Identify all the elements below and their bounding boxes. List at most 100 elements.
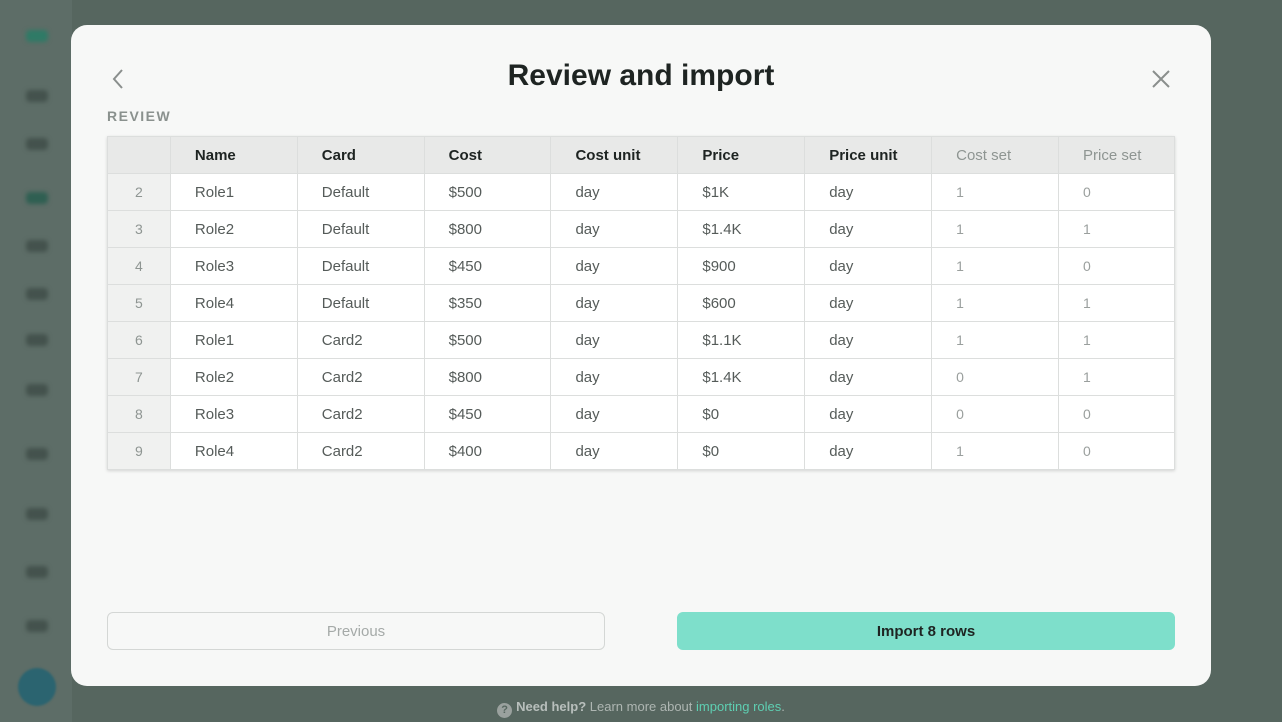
table-cell: $1K <box>677 173 806 211</box>
column-header: Cost <box>423 136 552 174</box>
table-cell: day <box>804 247 933 285</box>
table-cell: 0 <box>1058 247 1175 285</box>
table-cell: Default <box>296 247 425 285</box>
close-button[interactable] <box>1147 65 1175 93</box>
table-cell: 1 <box>931 284 1060 322</box>
column-header: Price <box>677 136 806 174</box>
table-row: 7 Role2 Card2 $800 day $1.4K day 0 1 <box>107 358 1175 396</box>
table-cell: $600 <box>677 284 806 322</box>
table-row: 3 Role2 Default $800 day $1.4K day 1 1 <box>107 210 1175 248</box>
table-cell: Role3 <box>169 395 298 433</box>
table-cell: $400 <box>423 432 552 470</box>
help-end: . <box>781 699 785 714</box>
column-header: Price unit <box>804 136 933 174</box>
table-cell: 0 <box>1058 173 1175 211</box>
row-index: 2 <box>107 173 171 211</box>
table-cell: Card2 <box>296 432 425 470</box>
logo-icon <box>26 30 48 42</box>
nav-icon[interactable] <box>26 448 48 460</box>
table-cell: day <box>804 432 933 470</box>
row-index: 7 <box>107 358 171 396</box>
importing-roles-link[interactable]: importing roles <box>696 699 781 714</box>
table-row: 8 Role3 Card2 $450 day $0 day 0 0 <box>107 395 1175 433</box>
table-cell: 1 <box>931 432 1060 470</box>
table-cell: 1 <box>1058 210 1175 248</box>
table-cell: day <box>804 358 933 396</box>
table-row: 6 Role1 Card2 $500 day $1.1K day 1 1 <box>107 321 1175 359</box>
column-header: Card <box>296 136 425 174</box>
modal-title: Review and import <box>507 59 775 92</box>
row-index: 4 <box>107 247 171 285</box>
table-cell: $1.4K <box>677 210 806 248</box>
table-cell: $350 <box>423 284 552 322</box>
table-cell: 0 <box>1058 395 1175 433</box>
index-header <box>107 136 171 174</box>
table-cell: $800 <box>423 358 552 396</box>
table-cell: day <box>550 321 679 359</box>
import-button[interactable]: Import 8 rows <box>677 612 1175 650</box>
table-cell: 1 <box>1058 284 1175 322</box>
table-cell: 1 <box>931 321 1060 359</box>
table-cell: 0 <box>1058 432 1175 470</box>
table-cell: 1 <box>931 210 1060 248</box>
row-index: 5 <box>107 284 171 322</box>
nav-icon[interactable] <box>26 334 48 346</box>
table-cell: Card2 <box>296 321 425 359</box>
close-icon <box>1152 70 1170 88</box>
column-header: Price set <box>1058 136 1175 174</box>
table-cell: Card2 <box>296 358 425 396</box>
table-cell: Role4 <box>169 432 298 470</box>
row-index: 9 <box>107 432 171 470</box>
nav-icon[interactable] <box>26 620 48 632</box>
nav-icon[interactable] <box>26 508 48 520</box>
column-header: Cost unit <box>550 136 679 174</box>
nav-icon[interactable] <box>26 192 48 204</box>
nav-icon[interactable] <box>26 384 48 396</box>
table-cell: day <box>804 284 933 322</box>
table-cell: $500 <box>423 321 552 359</box>
table-cell: $500 <box>423 173 552 211</box>
nav-icon[interactable] <box>26 90 48 102</box>
table-cell: day <box>550 432 679 470</box>
table-cell: day <box>550 358 679 396</box>
nav-icon[interactable] <box>26 240 48 252</box>
nav-icon[interactable] <box>26 138 48 150</box>
column-header: Name <box>169 136 298 174</box>
row-index: 8 <box>107 395 171 433</box>
row-index: 3 <box>107 210 171 248</box>
nav-icon[interactable] <box>26 566 48 578</box>
section-label: REVIEW <box>107 108 172 124</box>
table-row: 5 Role4 Default $350 day $600 day 1 1 <box>107 284 1175 322</box>
table-row: 9 Role4 Card2 $400 day $0 day 1 0 <box>107 432 1175 470</box>
table-cell: day <box>550 173 679 211</box>
review-import-modal: Review and import REVIEW Name Card Cost Cos… <box>71 25 1211 686</box>
table-cell: $800 <box>423 210 552 248</box>
table-cell: $0 <box>677 395 806 433</box>
table-row: 2 Role1 Default $500 day $1K day 1 0 <box>107 173 1175 211</box>
table-cell: day <box>804 210 933 248</box>
help-text: ? Need help? Learn more about importing r… <box>0 699 1282 718</box>
column-header: Cost set <box>931 136 1060 174</box>
table-cell: day <box>550 247 679 285</box>
table-cell: $900 <box>677 247 806 285</box>
table-cell: 1 <box>1058 358 1175 396</box>
table-cell: day <box>804 173 933 211</box>
row-index: 6 <box>107 321 171 359</box>
previous-button[interactable]: Previous <box>107 612 605 650</box>
table-cell: Default <box>296 210 425 248</box>
table-cell: Role2 <box>169 210 298 248</box>
help-body: Learn more about <box>586 699 697 714</box>
table-cell: Role3 <box>169 247 298 285</box>
review-table: Name Card Cost Cost unit Price Price unit Cost… <box>107 136 1175 470</box>
table-cell: Default <box>296 284 425 322</box>
table-cell: 1 <box>1058 321 1175 359</box>
table-cell: Default <box>296 173 425 211</box>
table-cell: day <box>804 395 933 433</box>
table-cell: 0 <box>931 358 1060 396</box>
sidebar <box>0 0 72 722</box>
table-cell: 0 <box>931 395 1060 433</box>
table-cell: day <box>550 284 679 322</box>
table-cell: Role2 <box>169 358 298 396</box>
help-bold: Need help? <box>516 699 587 714</box>
nav-icon[interactable] <box>26 288 48 300</box>
